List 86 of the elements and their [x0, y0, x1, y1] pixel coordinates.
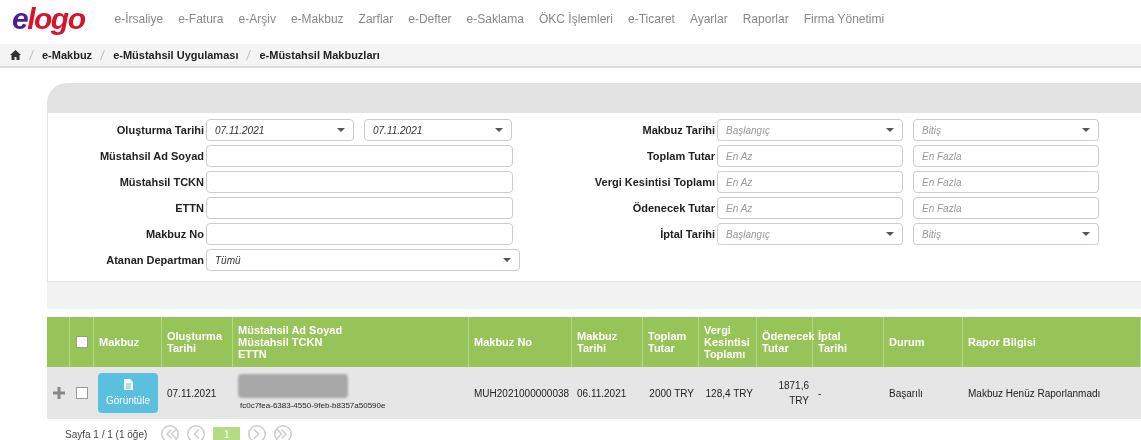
pager-forward-icon[interactable] — [274, 425, 293, 440]
field-label: Atanan Departman — [105, 252, 204, 268]
column-header: Makbuz — [99, 336, 140, 348]
pager-back-icon[interactable] — [187, 425, 206, 440]
breadcrumb-separator-icon — [246, 50, 252, 60]
column-header: Makbuz No — [474, 336, 533, 348]
menu-item[interactable]: e-Ticaret — [628, 10, 675, 28]
column-header: Toplam Tutar — [648, 330, 687, 354]
checkbox[interactable] — [75, 336, 88, 348]
field-label: Oluşturma Tarihi — [115, 122, 204, 138]
table-cell: 06.11.2021 — [577, 387, 627, 399]
breadcrumb-link[interactable]: e-Müstahsil Makbuzları — [259, 46, 380, 64]
caret-icon — [886, 232, 894, 236]
table-cell: 2000 TRY — [649, 387, 694, 399]
menu-item[interactable]: e-Saklama — [466, 10, 524, 28]
menu-item[interactable]: e-Fatura — [178, 10, 224, 28]
field-label: ETTN — [174, 200, 204, 216]
pager-forward-icon[interactable] — [248, 425, 267, 440]
field-label: Müstahsil Ad Soyad — [98, 148, 204, 164]
field-label: Makbuz Tarihi — [641, 122, 715, 138]
input-field[interactable] — [206, 223, 513, 245]
caret-icon — [495, 128, 503, 132]
plus-icon[interactable] — [52, 387, 65, 399]
column-header: Makbuz Tarihi — [577, 330, 618, 354]
input-field[interactable]: En Az — [717, 145, 903, 167]
caret-icon — [503, 258, 511, 262]
caret-icon — [337, 128, 345, 132]
pager-back-icon[interactable] — [161, 425, 180, 440]
table-cell-text: fc0c7fea-6383-4550-9feb-b8357a50590e — [239, 400, 387, 412]
input-field[interactable]: En Fazla — [913, 145, 1099, 167]
date-picker[interactable]: Başlangıç — [717, 119, 903, 141]
menu-item[interactable]: Ayarlar — [689, 10, 728, 28]
table-cell: Makbuz Henüz Raporlanmadı — [968, 387, 1101, 399]
date-picker[interactable]: Başlangıç — [717, 223, 903, 245]
column-header: Ödenecek Tutar — [762, 330, 815, 354]
breadcrumb-link[interactable]: e-Makbuz — [42, 46, 93, 64]
breadcrumb-separator-icon — [29, 50, 34, 60]
field-label: İptal Tarihi — [659, 226, 715, 242]
input-field[interactable]: En Az — [717, 171, 903, 193]
field-label: Müstahsil TCKN — [118, 174, 204, 190]
menu-item[interactable]: e-Defter — [408, 10, 452, 28]
caret-icon — [1082, 232, 1090, 236]
input-field[interactable]: En Fazla — [913, 197, 1099, 219]
input-field[interactable]: En Fazla — [913, 171, 1099, 193]
menu-item[interactable]: e-Arşiv — [238, 10, 276, 28]
table-cell: Başarılı — [889, 387, 923, 399]
home-icon[interactable] — [10, 50, 21, 60]
document-icon — [123, 378, 133, 390]
field-label: Toplam Tutar — [645, 148, 715, 164]
date-picker[interactable]: Bitiş — [913, 223, 1099, 245]
menu-item[interactable]: e-Makbuz — [290, 10, 344, 28]
input-field[interactable] — [206, 197, 513, 219]
table-cell: MUH2021000000038 — [474, 387, 570, 399]
dropdown[interactable]: Tümü — [206, 249, 520, 271]
table-cell: 07.11.2021 — [167, 387, 217, 399]
input-field[interactable]: En Az — [717, 197, 903, 219]
caret-icon — [886, 128, 894, 132]
logo[interactable]: elogo — [12, 4, 85, 34]
field-label: Makbuz No — [144, 226, 204, 242]
date-picker[interactable]: 07.11.2021 — [206, 119, 354, 141]
field-label: Vergi Kesintisi Toplamı — [593, 174, 715, 190]
date-picker[interactable]: 07.11.2021 — [364, 119, 512, 141]
menu-item[interactable]: Zarflar — [358, 10, 394, 28]
menu-item[interactable]: Firma Yönetimi — [803, 10, 885, 28]
menu-item[interactable]: ÖKC İşlemleri — [538, 10, 613, 28]
column-header: Vergi Kesintisi Toplamı — [704, 324, 750, 360]
input-field[interactable] — [206, 171, 513, 193]
column-header: İptal Tarihi — [818, 330, 848, 354]
menu-item[interactable]: Raporlar — [742, 10, 789, 28]
view-button[interactable]: Görüntüle — [98, 373, 158, 413]
field-label: Ödenecek Tutar — [631, 200, 715, 216]
menu-item[interactable]: e-İrsaliye — [114, 10, 164, 28]
input-field[interactable] — [206, 145, 513, 167]
table-cell: 128,4 TRY — [705, 387, 753, 399]
table-cell: - — [818, 387, 822, 399]
breadcrumb-separator-icon — [100, 50, 106, 60]
column-header: Rapor Bilgisi — [968, 336, 1036, 348]
breadcrumb-link[interactable]: e-Müstahsil Uygulaması — [113, 46, 239, 64]
checkbox[interactable] — [76, 387, 88, 399]
column-header: Oluşturma Tarihi — [167, 330, 222, 354]
column-header: Müstahsil Ad Soyad Müstahsil TCKN ETTN — [238, 324, 343, 360]
date-picker[interactable]: Bitiş — [913, 119, 1099, 141]
pager-summary: Sayfa 1 / 1 (1 öğe) — [65, 427, 148, 440]
caret-icon — [1082, 128, 1090, 132]
column-header: Durum — [889, 336, 925, 348]
table-cell-text: 1871,6 TRY — [778, 379, 809, 408]
